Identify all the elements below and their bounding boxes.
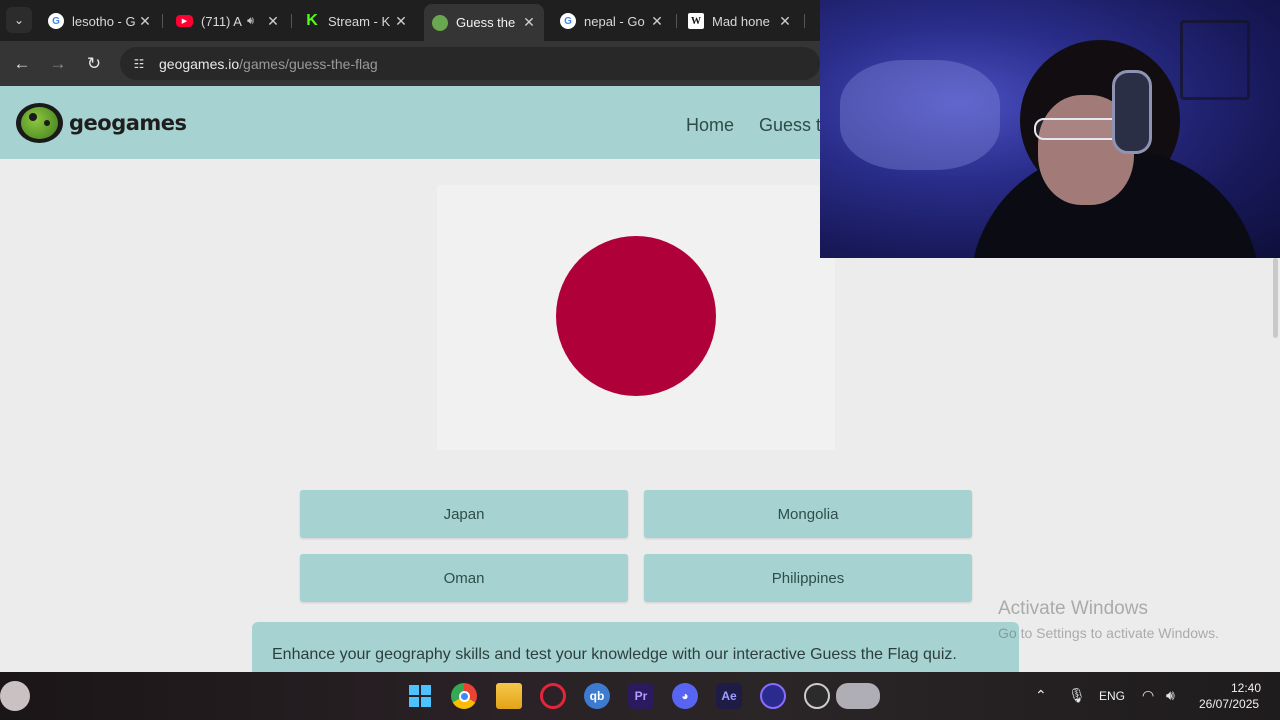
discord-icon[interactable]: ◕ <box>672 683 698 709</box>
tab-title: (711) A <box>201 13 242 29</box>
forward-button[interactable]: → <box>46 52 70 76</box>
arrow-right-icon: → <box>49 54 67 73</box>
answer-button[interactable]: Philippines <box>644 554 972 602</box>
after-effects-label: Ae <box>721 689 737 703</box>
tab-separator <box>162 14 163 28</box>
tab-title: Mad hone <box>712 13 770 29</box>
nav-link-guess[interactable]: Guess t <box>759 115 821 136</box>
close-icon[interactable]: ✕ <box>138 13 152 30</box>
flag-image <box>437 185 835 450</box>
wifi-icon[interactable]: ◠ <box>1142 687 1154 704</box>
close-icon[interactable]: ✕ <box>266 13 280 30</box>
premiere-label: Pr <box>634 689 648 703</box>
premiere-pro-icon[interactable]: Pr <box>628 683 654 709</box>
tab-title: Stream - K <box>328 13 391 29</box>
file-explorer-icon[interactable] <box>496 683 522 709</box>
back-button[interactable]: ← <box>10 52 34 76</box>
geogames-icon <box>432 14 448 31</box>
qbittorrent-icon[interactable]: qb <box>584 683 610 709</box>
arrow-left-icon: ← <box>13 54 31 73</box>
webcam-person-glasses <box>1034 118 1124 140</box>
reload-icon: ↻ <box>86 54 102 73</box>
globe-logo-icon <box>16 103 63 143</box>
page-scrollbar[interactable] <box>1273 258 1278 338</box>
language-indicator[interactable]: ENG <box>1099 689 1125 703</box>
quiz-description: Enhance your geography skills and test y… <box>272 646 957 663</box>
chevron-down-icon: ⌄ <box>13 13 25 27</box>
headphones-icon <box>1112 70 1152 154</box>
answer-button[interactable]: Oman <box>300 554 628 602</box>
url-text: geogames.io/games/guess-the-flag <box>159 56 378 72</box>
nav-link-home[interactable]: Home <box>686 115 734 136</box>
qbittorrent-label: qb <box>589 689 605 703</box>
tab-search-button[interactable]: ⌄ <box>6 7 32 33</box>
reload-button[interactable]: ↻ <box>82 52 106 76</box>
windows-start-icon[interactable] <box>407 683 433 709</box>
cloud-icon[interactable] <box>836 683 880 709</box>
url-host: geogames.io <box>159 55 240 72</box>
address-bar[interactable]: ☷ geogames.io/games/guess-the-flag <box>120 47 820 80</box>
watermark-subtitle: Go to Settings to activate Windows. <box>998 625 1219 641</box>
browser-tab[interactable]: W Mad hone ✕ <box>680 6 800 36</box>
chevron-up-icon[interactable]: ⌃ <box>1035 687 1047 704</box>
browser-tab[interactable]: K Stream - K ✕ <box>296 6 416 36</box>
tab-separator <box>291 14 292 28</box>
close-icon[interactable]: ✕ <box>394 13 408 30</box>
browser-tab[interactable]: G nepal - Go ✕ <box>552 6 672 36</box>
close-icon[interactable]: ✕ <box>778 13 792 30</box>
clock-time[interactable]: 12:40 <box>1231 681 1261 695</box>
webcam-background-object <box>1180 20 1250 100</box>
activate-windows-watermark: Activate Windows Go to Settings to activ… <box>998 598 1219 641</box>
answer-button[interactable]: Mongolia <box>644 490 972 538</box>
google-icon: G <box>560 13 576 29</box>
browser-tab[interactable]: G lesotho - G ✕ <box>40 6 160 36</box>
webcam-background-light <box>840 60 1000 170</box>
browser-tab[interactable]: ▶ (711) A 🔊︎ ✕ <box>168 6 288 36</box>
speaker-icon[interactable]: 🔊︎ <box>247 15 254 28</box>
webcam-overlay <box>820 0 1280 258</box>
obs-icon[interactable] <box>760 683 786 709</box>
weather-widget-icon[interactable] <box>0 681 30 711</box>
close-icon[interactable]: ✕ <box>522 14 536 31</box>
watermark-title: Activate Windows <box>998 598 1148 619</box>
after-effects-icon[interactable]: Ae <box>716 683 742 709</box>
tab-separator <box>804 14 805 28</box>
microphone-icon[interactable]: 🎙︎ <box>1068 687 1086 704</box>
browser-tab-active[interactable]: Guess the ✕ <box>424 4 544 41</box>
kick-icon: K <box>306 12 318 29</box>
chrome-icon[interactable] <box>451 683 477 709</box>
answer-button[interactable]: Japan <box>300 490 628 538</box>
windows-taskbar: qb Pr ◕ Ae ⌃ 🎙︎ ENG ◠ 🔊︎ 12:40 26/07/202… <box>0 672 1280 720</box>
tab-title: nepal - Go <box>584 13 645 29</box>
steam-icon[interactable] <box>804 683 830 709</box>
tab-title: lesotho - G <box>72 13 136 29</box>
site-logo[interactable]: geogames <box>16 103 187 143</box>
url-path: /games/guess-the-flag <box>239 55 378 72</box>
tab-separator <box>676 14 677 28</box>
wikipedia-icon: W <box>688 13 704 29</box>
site-settings-icon[interactable]: ☷ <box>130 55 148 73</box>
youtube-icon: ▶ <box>176 15 193 27</box>
speaker-icon[interactable]: 🔊︎ <box>1166 687 1175 704</box>
flag-red-disc <box>556 236 716 396</box>
close-icon[interactable]: ✕ <box>650 13 664 30</box>
logo-text: geogames <box>69 111 187 135</box>
opera-gx-icon[interactable] <box>540 683 566 709</box>
google-icon: G <box>48 13 64 29</box>
tab-title: Guess the <box>456 15 516 30</box>
clock-date[interactable]: 26/07/2025 <box>1199 697 1259 711</box>
